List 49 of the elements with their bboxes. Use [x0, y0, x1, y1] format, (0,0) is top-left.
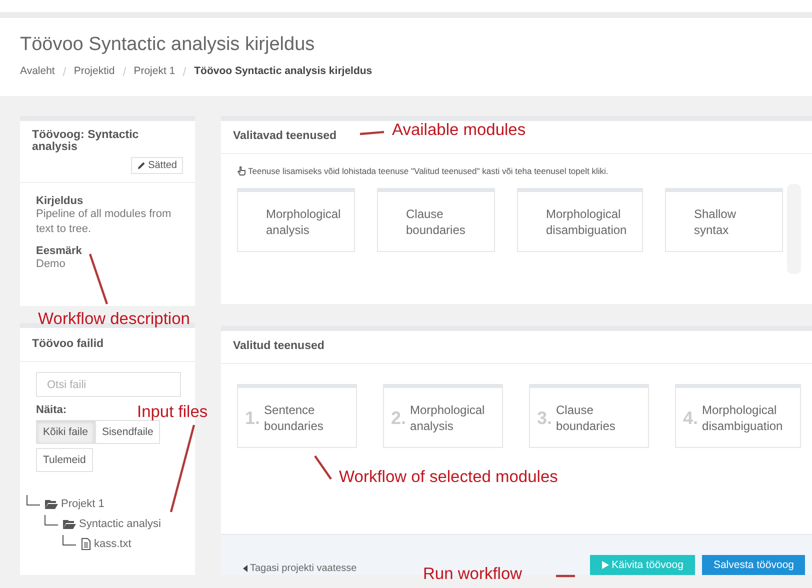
field-value: Demo — [36, 257, 66, 272]
filter-button[interactable]: Sisendfaile — [94, 420, 160, 444]
panel-title: Töövoo failid — [32, 338, 104, 350]
tree-item[interactable]: kass.txt — [94, 538, 132, 550]
module-name: Morphological disambiguation — [702, 402, 784, 434]
filter-label: Näita: — [36, 404, 67, 416]
leader-line — [313, 454, 333, 481]
annotation-label: Input files — [137, 403, 208, 422]
module-card[interactable]: Morphological analysis — [237, 188, 355, 252]
field-value: Pipeline of all modules from text to tree. — [36, 207, 172, 237]
breadcrumb-item[interactable]: Avaleht — [20, 65, 55, 77]
module-card[interactable]: Shallow syntax — [665, 188, 783, 252]
panel-title: Valitavad teenused — [233, 130, 337, 142]
breadcrumb-item[interactable]: Projektid — [74, 65, 115, 77]
filter-button[interactable]: Tulemeid — [36, 448, 93, 472]
caret-left-icon — [243, 565, 248, 572]
tree-item[interactable]: Syntactic analysi — [79, 518, 161, 530]
breadcrumb-item: Töövoo Syntactic analysis kirjeldus — [194, 65, 372, 77]
file-icon — [81, 538, 91, 550]
field-label: Eesmärk — [36, 245, 83, 257]
panel-title: Valitud teenused — [233, 340, 324, 352]
hand-pointer-icon — [237, 166, 246, 176]
pencil-icon — [137, 161, 146, 170]
field-label: Kirjeldus — [36, 195, 84, 207]
back-link[interactable]: Tagasi projekti vaatesse — [243, 563, 357, 575]
module-card[interactable]: Morphological disambiguation — [517, 188, 643, 252]
play-icon — [602, 561, 609, 569]
settings-button[interactable]: Sätted — [131, 157, 183, 174]
annotation-label: Workflow of selected modules — [339, 468, 558, 487]
module-name: Morphological analysis — [410, 402, 486, 434]
breadcrumb-item[interactable]: Projekt 1 — [134, 65, 176, 77]
panel-title: Töövoog: Syntactic analysis — [32, 129, 140, 153]
annotation-label: Workflow description — [38, 310, 190, 329]
page-title: Töövoo Syntactic analysis kirjeldus — [20, 34, 316, 56]
search-field[interactable]: Otsi faili — [36, 372, 181, 397]
leader-line — [554, 574, 577, 578]
folder-icon — [63, 519, 76, 529]
hint-text: Teenuse lisamiseks võid lohistada teenuse "Valitud teenused" kasti või teha teenusel topelt kliki. — [248, 166, 608, 176]
save-button[interactable]: Salvesta töövoog — [702, 555, 805, 575]
tree-item[interactable]: Projekt 1 — [61, 498, 104, 510]
filter-button[interactable]: Kõiki faile — [36, 420, 95, 444]
annotation-label: Available modules — [392, 121, 526, 140]
leader-line — [88, 252, 109, 306]
module-name: Clause boundaries — [556, 402, 616, 434]
annotation-label: Run workflow — [423, 565, 522, 584]
folder-icon — [45, 499, 58, 509]
module-card[interactable]: Clause boundaries — [377, 188, 495, 252]
module-name: Sentence boundaries — [264, 402, 324, 434]
leader-line — [358, 130, 386, 136]
